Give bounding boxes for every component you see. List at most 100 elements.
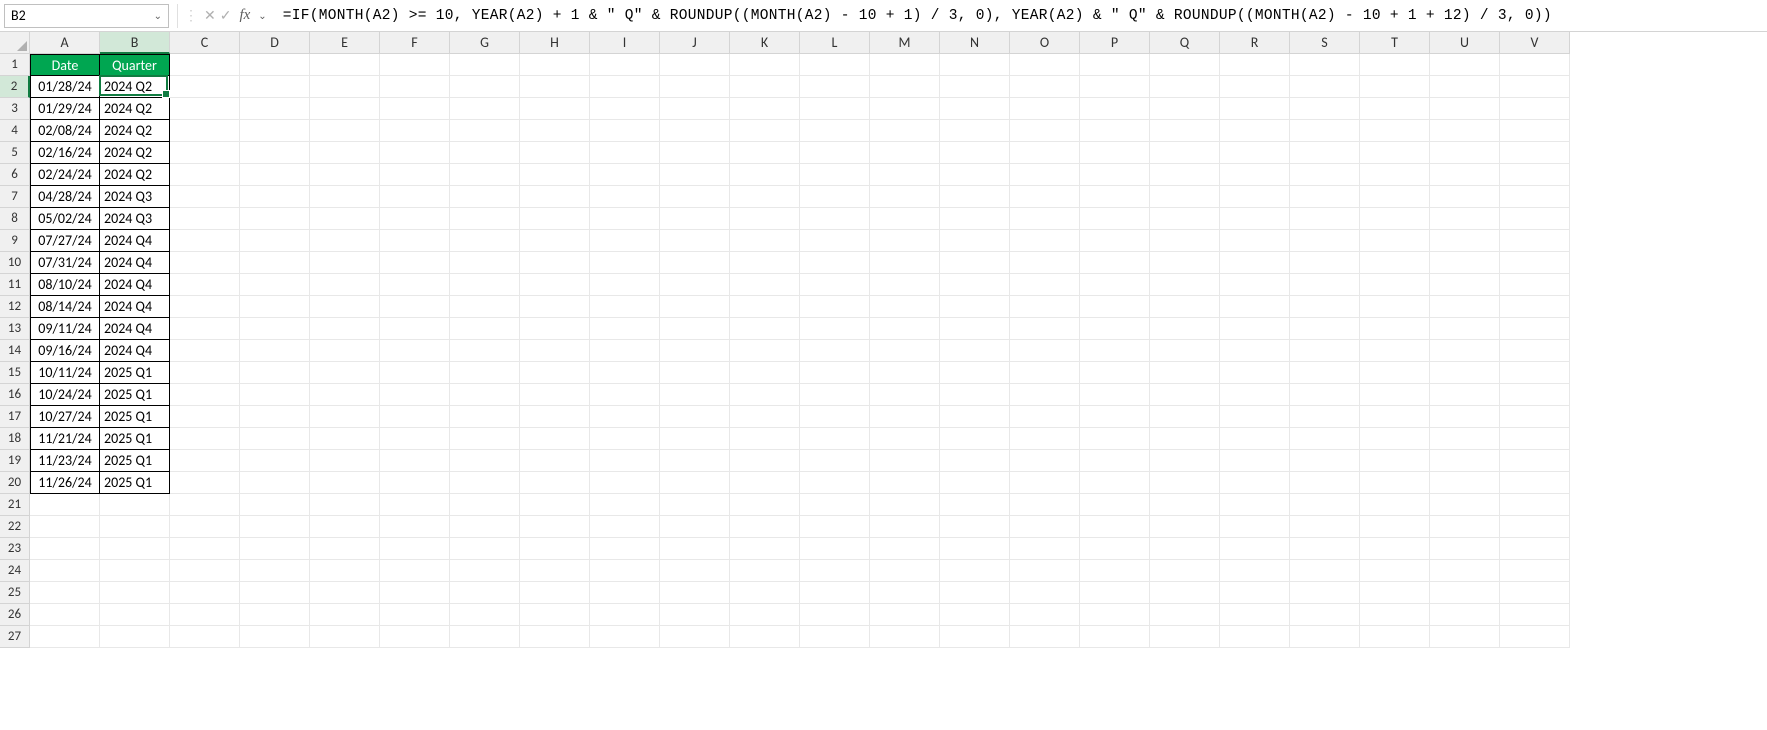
cell[interactable] [1080,406,1150,428]
cell[interactable] [1150,560,1220,582]
cell[interactable] [1150,186,1220,208]
cell[interactable] [870,472,940,494]
cell[interactable] [1080,296,1150,318]
cell[interactable] [520,516,590,538]
cell[interactable] [590,208,660,230]
cell[interactable] [450,274,520,296]
cell[interactable] [1220,340,1290,362]
cell[interactable] [380,186,450,208]
cell[interactable] [1430,340,1500,362]
cell[interactable] [800,428,870,450]
cell[interactable] [520,208,590,230]
cell[interactable] [870,230,940,252]
cell[interactable] [940,428,1010,450]
cell[interactable] [730,252,800,274]
column-header-n[interactable]: N [940,32,1010,54]
cell[interactable] [1150,516,1220,538]
row-header-8[interactable]: 8 [0,208,30,230]
cell[interactable] [1010,560,1080,582]
cell[interactable] [240,230,310,252]
cell[interactable] [1220,142,1290,164]
cell[interactable] [310,208,380,230]
cell-date[interactable]: 07/27/24 [30,230,100,252]
cell[interactable] [310,538,380,560]
cell[interactable] [730,54,800,76]
cell[interactable] [240,494,310,516]
cell-date[interactable]: 02/24/24 [30,164,100,186]
cell[interactable] [1430,274,1500,296]
cell[interactable] [660,274,730,296]
cell[interactable] [310,54,380,76]
cell[interactable] [1500,76,1570,98]
column-header-m[interactable]: M [870,32,940,54]
cell[interactable] [1500,230,1570,252]
cell[interactable] [240,120,310,142]
cell[interactable] [170,406,240,428]
cell[interactable] [940,318,1010,340]
cell[interactable] [660,76,730,98]
cell[interactable] [1150,428,1220,450]
cell[interactable] [1500,340,1570,362]
cell[interactable] [1080,472,1150,494]
cell[interactable] [240,582,310,604]
row-header-15[interactable]: 15 [0,362,30,384]
cell[interactable] [520,582,590,604]
cell[interactable] [170,362,240,384]
cell[interactable] [380,54,450,76]
cell[interactable] [660,252,730,274]
row-header-22[interactable]: 22 [0,516,30,538]
cell[interactable] [450,516,520,538]
cell[interactable] [450,54,520,76]
cell[interactable] [1290,98,1360,120]
cell[interactable] [940,252,1010,274]
cell[interactable] [870,142,940,164]
cell[interactable] [590,164,660,186]
cell[interactable] [800,76,870,98]
cell[interactable] [1010,164,1080,186]
cell[interactable] [870,340,940,362]
cell[interactable] [1500,318,1570,340]
cell[interactable] [1360,120,1430,142]
column-header-i[interactable]: I [590,32,660,54]
cell[interactable] [30,582,100,604]
row-header-2[interactable]: 2 [0,76,30,98]
cell[interactable] [170,582,240,604]
cell[interactable] [940,230,1010,252]
select-all-corner[interactable] [0,32,30,54]
cell[interactable] [450,230,520,252]
cell[interactable] [520,164,590,186]
row-header-20[interactable]: 20 [0,472,30,494]
cell[interactable] [1500,384,1570,406]
cell[interactable] [240,164,310,186]
cell[interactable] [660,208,730,230]
cell[interactable] [730,164,800,186]
cell[interactable] [870,164,940,186]
cell[interactable] [1080,604,1150,626]
cell[interactable] [730,208,800,230]
row-header-7[interactable]: 7 [0,186,30,208]
cell[interactable] [1150,494,1220,516]
cell[interactable] [1150,230,1220,252]
cell[interactable] [310,494,380,516]
cell[interactable] [1500,516,1570,538]
cell[interactable] [1500,208,1570,230]
cell[interactable] [1220,252,1290,274]
cell[interactable] [800,406,870,428]
cell[interactable] [590,142,660,164]
cell[interactable] [1010,186,1080,208]
cell[interactable] [1150,340,1220,362]
cell[interactable] [380,626,450,648]
row-header-11[interactable]: 11 [0,274,30,296]
cell[interactable] [730,428,800,450]
cell-quarter[interactable]: 2024 Q4 [100,230,170,252]
cell[interactable] [170,164,240,186]
cell[interactable] [1150,252,1220,274]
cell[interactable] [520,318,590,340]
cell[interactable] [800,186,870,208]
cell[interactable] [240,428,310,450]
cell[interactable] [590,406,660,428]
cell[interactable] [1290,318,1360,340]
cell[interactable] [170,560,240,582]
cell[interactable] [520,626,590,648]
cell[interactable] [940,560,1010,582]
